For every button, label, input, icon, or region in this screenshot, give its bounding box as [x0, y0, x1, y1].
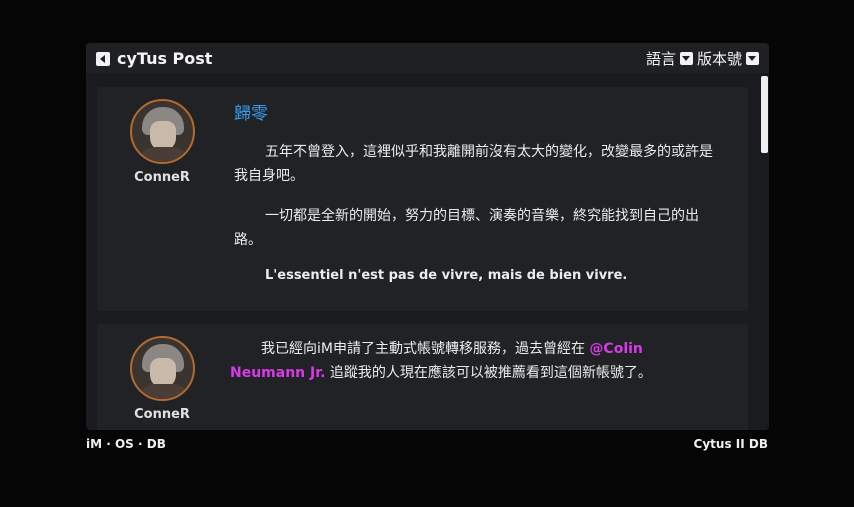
title-bar: cyTus Post 語言 版本號 [86, 43, 769, 75]
version-label: 版本號 [696, 50, 742, 68]
version-dropdown[interactable]: 版本號 [697, 48, 759, 69]
post-title: 歸零 [234, 104, 268, 124]
post-paragraph: 一切都是全新的開始，努力的目標、演奏的音樂，終究能找到自己的出路。 [234, 208, 699, 248]
chevron-down-icon [679, 52, 693, 65]
language-dropdown[interactable]: 語言 [646, 48, 693, 69]
language-label: 語言 [645, 50, 676, 68]
avatar[interactable] [129, 99, 195, 164]
post-text: 追蹤我的人現在應該可以被推薦看到這個新帳號了。 [329, 365, 652, 381]
post-author[interactable]: ConneR [119, 336, 205, 422]
title-controls: 語言 版本號 [646, 48, 759, 69]
post-list[interactable]: ConneR 歸零 五年不曾登入，這裡似乎和我離開前沒有太大的變化，改變最多的或… [86, 76, 769, 430]
post-card: ConneR 我已經向iM申請了主動式帳號轉移服務，過去曾經在 @Colin N… [97, 324, 748, 430]
scrollbar[interactable] [760, 76, 769, 430]
post-card: ConneR 歸零 五年不曾登入，這裡似乎和我離開前沒有太大的變化，改變最多的或… [97, 87, 748, 311]
post-window: cyTus Post 語言 版本號 ConneR 歸零 五年不曾登入，這裡似乎和… [86, 43, 769, 430]
footer-right: Cytus II DB [693, 437, 768, 451]
avatar[interactable] [129, 336, 195, 401]
window-title: cyTus Post [117, 49, 213, 68]
chevron-down-icon [746, 52, 759, 65]
post-author[interactable]: ConneR [119, 99, 205, 185]
footer-left: iM · OS · DB [86, 437, 166, 451]
back-icon[interactable] [96, 51, 110, 66]
post-paragraph: 五年不曾登入，這裡似乎和我離開前沒有太大的變化，改變最多的或許是我自身吧。 [234, 144, 713, 184]
post-text: 我已經向iM申請了主動式帳號轉移服務，過去曾經在 [261, 341, 585, 357]
post-body: 歸零 五年不曾登入，這裡似乎和我離開前沒有太大的變化，改變最多的或許是我自身吧。… [234, 99, 722, 283]
author-name: ConneR [134, 170, 190, 185]
author-name: ConneR [134, 407, 190, 422]
post-body: 我已經向iM申請了主動式帳號轉移服務，過去曾經在 @Colin Neumann … [230, 337, 690, 385]
post-paragraph: 我已經向iM申請了主動式帳號轉移服務，過去曾經在 @Colin Neumann … [230, 337, 690, 385]
post-quote: L'essentiel n'est pas de vivre, mais de … [265, 268, 628, 283]
scroll-thumb[interactable] [761, 76, 768, 153]
title-left: cyTus Post [96, 49, 212, 68]
